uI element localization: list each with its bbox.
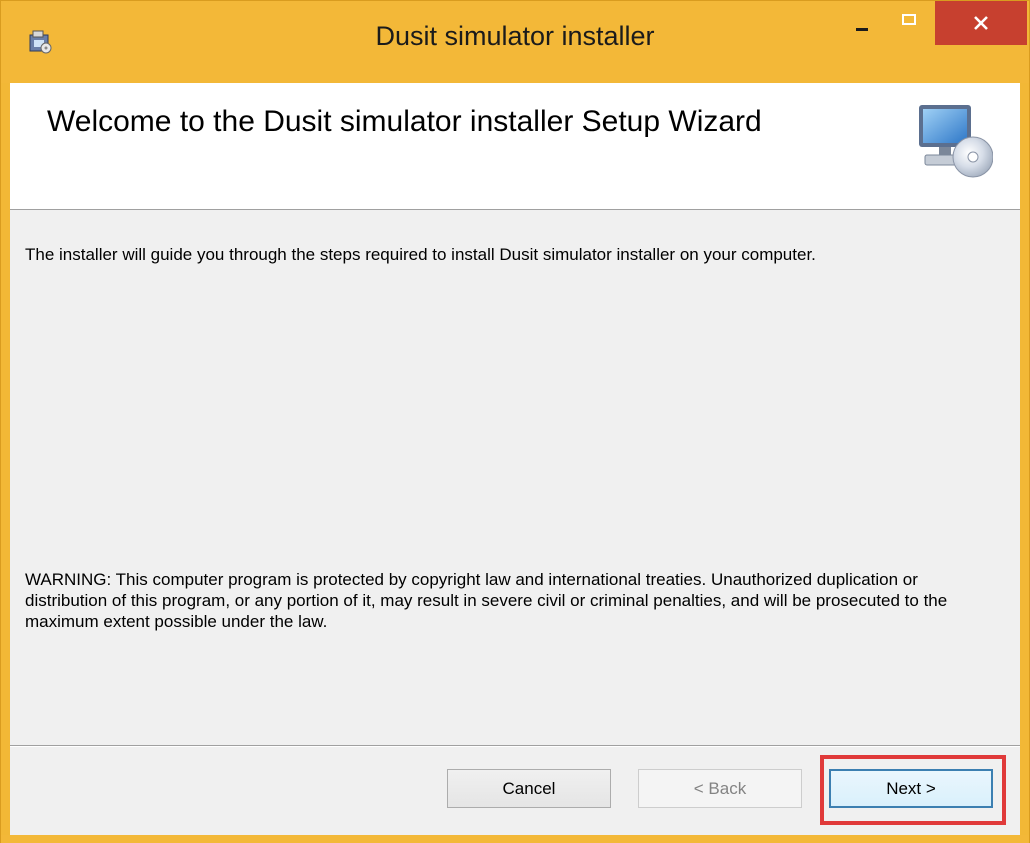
close-button[interactable]: [935, 1, 1027, 45]
title-bar[interactable]: Dusit simulator installer: [1, 1, 1029, 83]
maximize-button[interactable]: [887, 1, 931, 43]
copyright-warning: WARNING: This computer program is protec…: [25, 570, 948, 631]
page-title: Welcome to the Dusit simulator installer…: [47, 105, 762, 138]
cancel-button[interactable]: Cancel: [447, 769, 611, 808]
wizard-content: The installer will guide you through the…: [10, 210, 1020, 746]
wizard-header: Welcome to the Dusit simulator installer…: [10, 83, 1020, 210]
close-icon: [974, 16, 988, 30]
next-button[interactable]: Next >: [829, 769, 993, 808]
maximize-icon: [902, 13, 916, 25]
installer-window: Dusit simulator installer Welcome to the…: [0, 0, 1030, 843]
window-bottom-border: [1, 835, 1029, 843]
back-button: < Back: [638, 769, 802, 808]
intro-text: The installer will guide you through the…: [25, 245, 816, 264]
minimize-icon: [856, 27, 868, 31]
wizard-footer: Cancel < Back Next >: [10, 747, 1020, 835]
computer-cd-icon: [919, 105, 993, 178]
minimize-button[interactable]: [839, 1, 885, 43]
